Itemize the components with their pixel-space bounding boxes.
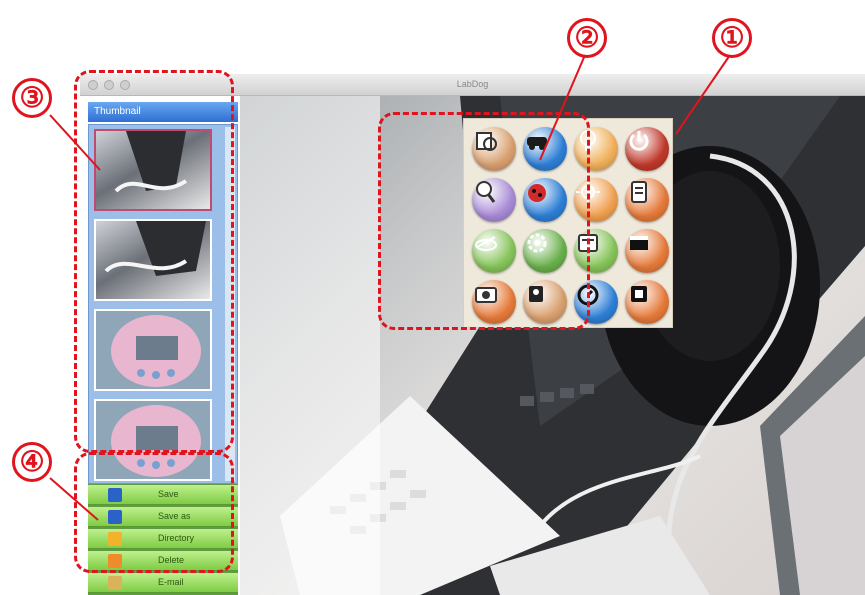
callout-number-4: ④ (12, 442, 52, 482)
car-icon (527, 137, 547, 150)
stop-button[interactable] (625, 280, 669, 324)
capture-settings-icon (476, 132, 497, 151)
title-bar[interactable]: LabDog (80, 74, 865, 96)
action-label: Save (158, 489, 179, 499)
stop-icon (631, 286, 647, 302)
action-directory-button[interactable]: Directory (88, 529, 238, 549)
thumbnail-clock-image (111, 405, 201, 477)
thumbnail-keyboard-image (104, 221, 206, 276)
action-save-as-button[interactable]: Save as (88, 507, 238, 527)
thumbnail-item[interactable] (94, 399, 212, 481)
brightness-button[interactable] (574, 178, 618, 222)
callout-number-2: ② (567, 18, 607, 58)
action-delete-button[interactable]: Delete (88, 551, 238, 571)
window-title: LabDog (456, 79, 489, 89)
document-button[interactable] (625, 178, 669, 222)
notes-button[interactable] (574, 229, 618, 273)
thumbnail-item[interactable] (94, 129, 212, 211)
notes-icon (578, 234, 598, 252)
trash-icon (108, 554, 122, 568)
left-panel: Thumbnail Save Save as Directory Delete … (80, 96, 240, 595)
callout-number-3: ③ (12, 78, 52, 118)
ladybug-icon (528, 184, 546, 202)
lamp-button[interactable] (574, 127, 618, 171)
thumbnail-item[interactable] (94, 219, 212, 301)
thumbnail-list[interactable] (88, 124, 238, 484)
thumbnail-clock-image (111, 315, 201, 387)
freeze-button[interactable] (472, 229, 516, 273)
email-icon (108, 576, 122, 590)
timer-button[interactable] (574, 280, 618, 324)
document-icon (631, 181, 647, 203)
callout-number-1: ① (712, 18, 752, 58)
thumbnail-scrollbar[interactable] (225, 127, 235, 481)
power-icon (629, 131, 649, 151)
settings-button[interactable] (523, 229, 567, 273)
function-menu (463, 118, 673, 328)
action-label: Directory (158, 533, 195, 543)
freeze-icon (475, 236, 497, 251)
capture-settings-button[interactable] (472, 127, 516, 171)
car-button[interactable] (523, 127, 567, 171)
camera-icon (475, 287, 497, 303)
record-window-button[interactable] (625, 229, 669, 273)
main-window: LabDog Thumbnail Save Save as Directory … (80, 74, 865, 595)
floppy-disk-icon (108, 488, 122, 502)
power-button[interactable] (625, 127, 669, 171)
action-label: Delete (158, 555, 185, 565)
timer-icon (577, 284, 599, 306)
action-label: E-mail (158, 577, 184, 587)
live-view-image[interactable] (240, 96, 865, 595)
action-label: Save as (158, 511, 191, 521)
video-camera-button[interactable] (523, 280, 567, 324)
ladybug-button[interactable] (523, 178, 567, 222)
action-e-mail-button[interactable]: E-mail (88, 573, 238, 593)
folder-icon (108, 532, 122, 546)
floppy-disk-icon (108, 510, 122, 524)
thumbnail-header: Thumbnail (88, 102, 238, 122)
record-window-icon (630, 236, 648, 250)
zoom-button[interactable] (472, 178, 516, 222)
action-save-button[interactable]: Save (88, 485, 238, 505)
thumbnail-item[interactable] (94, 309, 212, 391)
thumbnail-keyboard-image (114, 131, 188, 193)
video-camera-icon (529, 286, 543, 302)
lamp-icon (580, 130, 596, 151)
action-panel: Save Save as Directory Delete E-mail (88, 484, 238, 595)
camera-button[interactable] (472, 280, 516, 324)
brightness-icon (576, 180, 600, 204)
settings-icon (527, 233, 547, 253)
zoom-icon (476, 181, 496, 203)
